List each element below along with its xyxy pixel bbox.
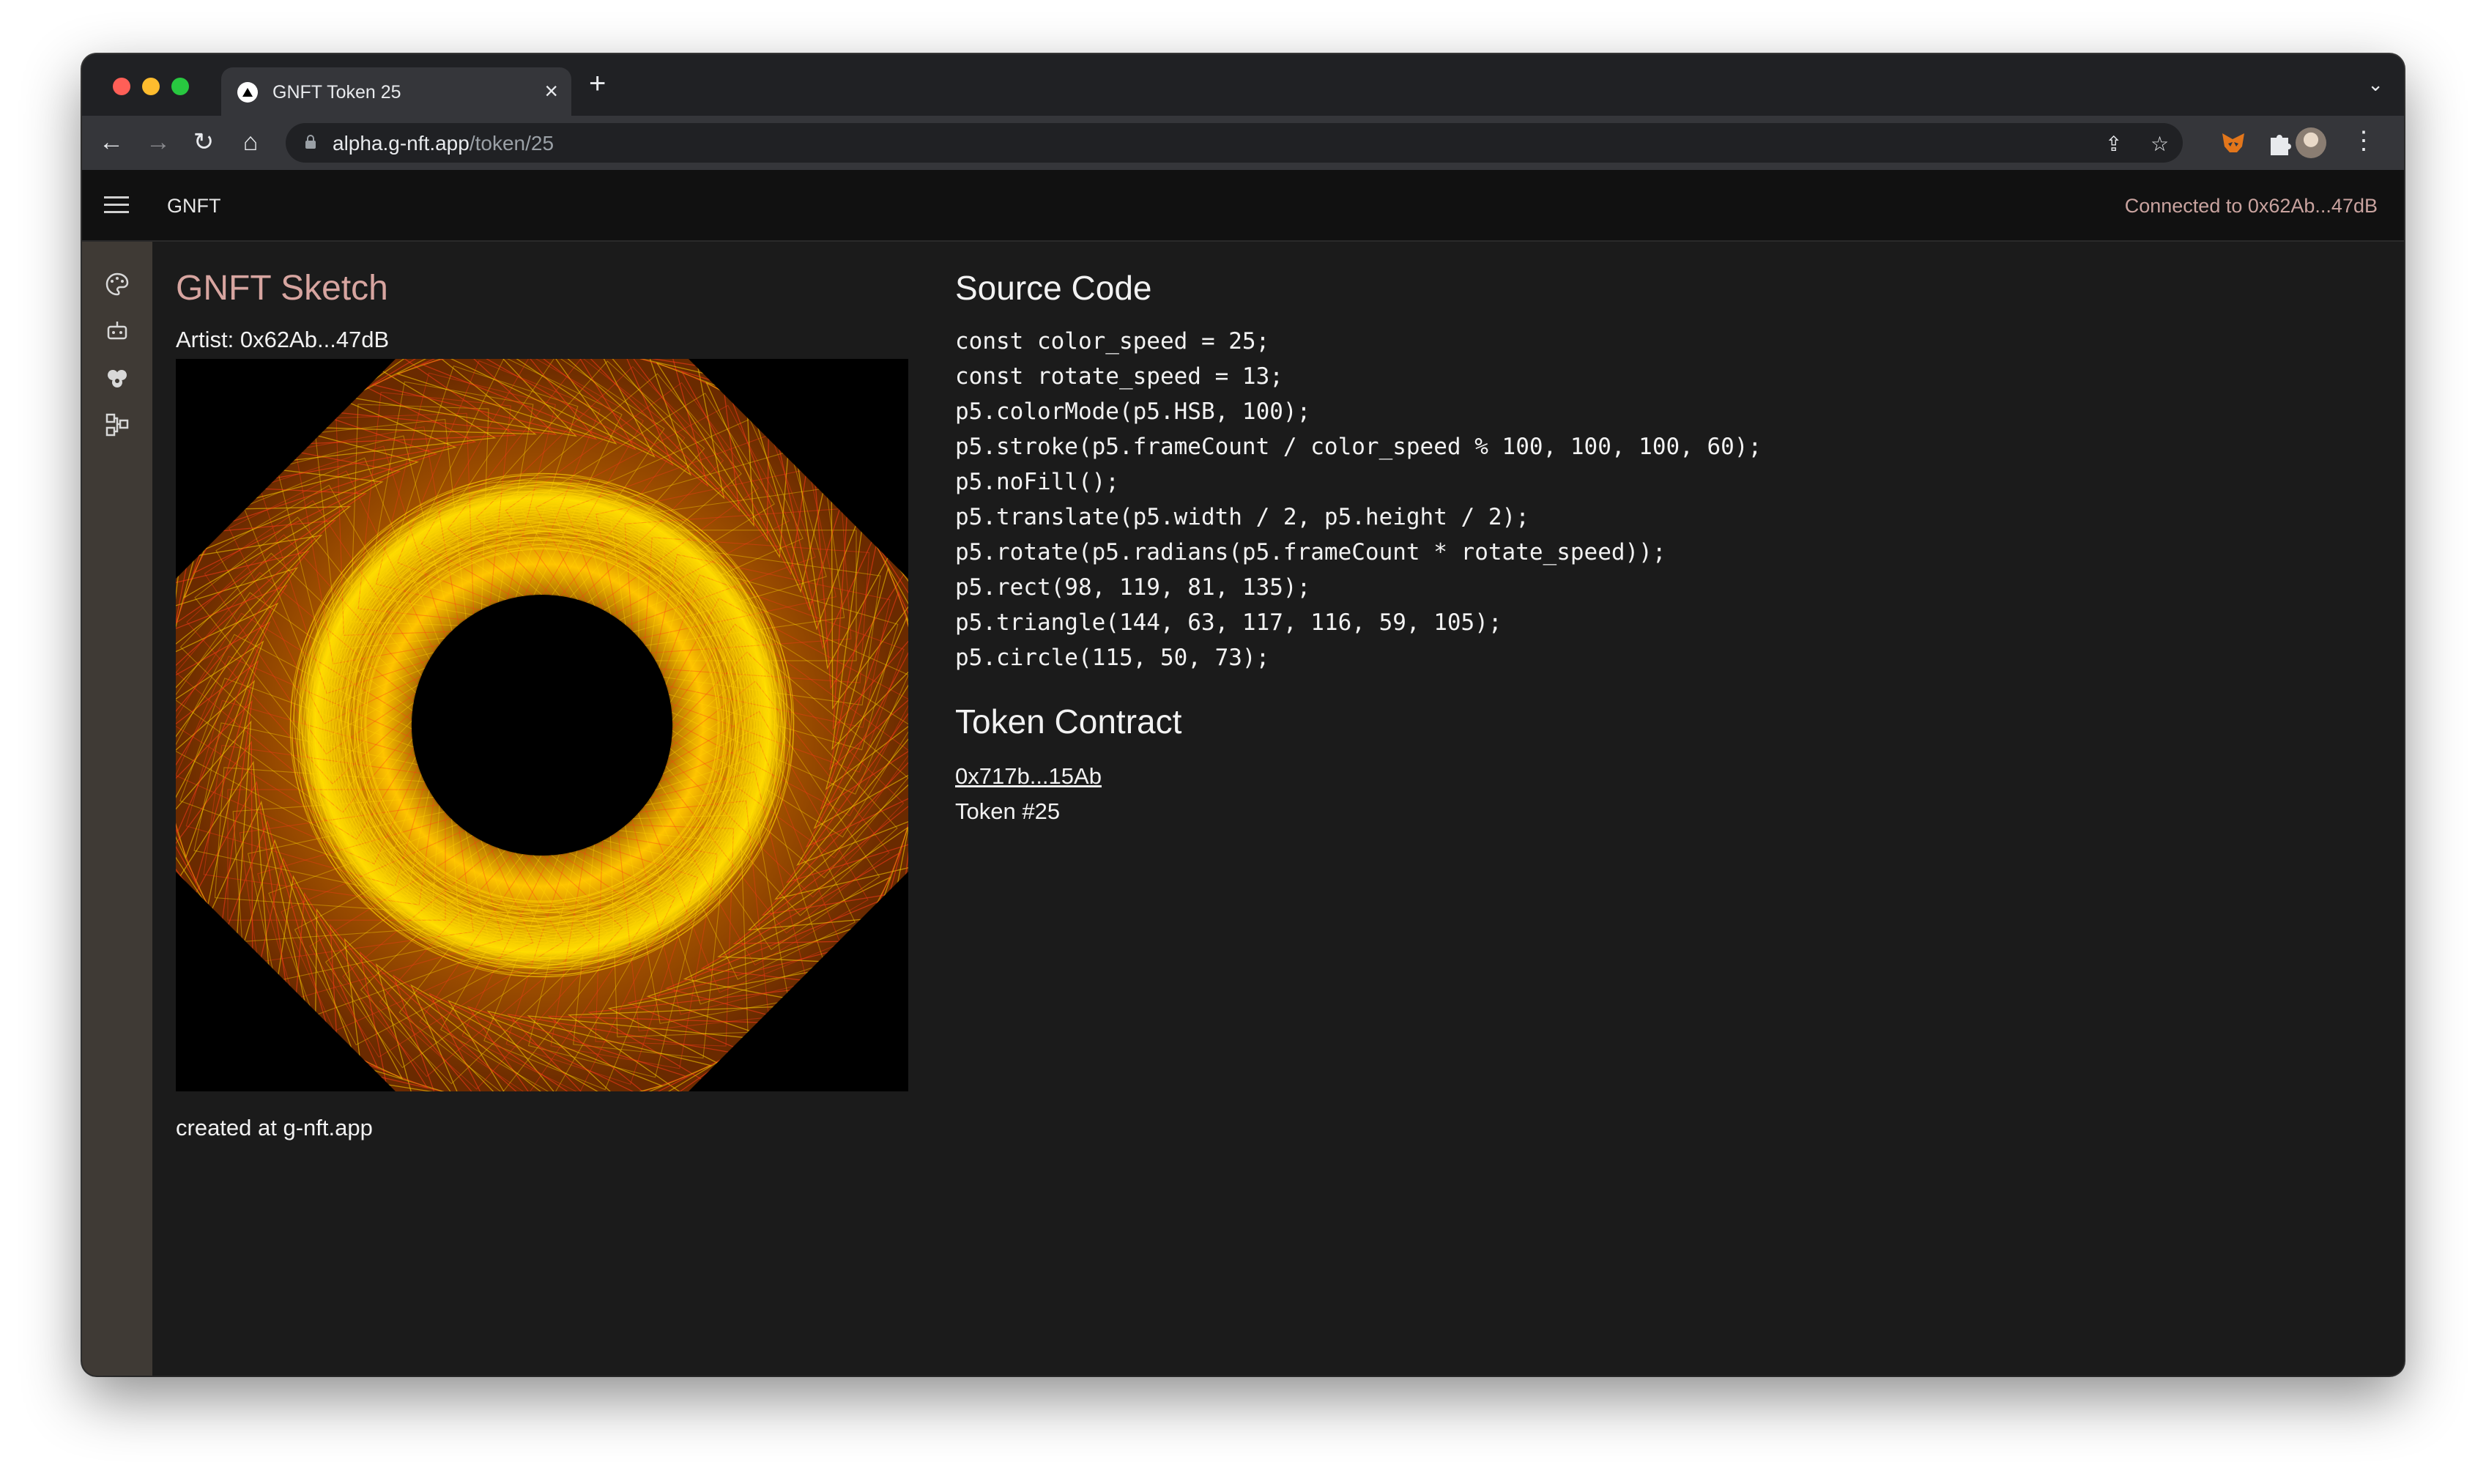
extensions-puzzle-icon[interactable] <box>2265 127 2296 158</box>
robot-icon[interactable] <box>104 318 130 344</box>
code-line: p5.triangle(144, 63, 117, 116, 59, 105); <box>955 609 1502 636</box>
sketch-title: GNFT Sketch <box>176 269 388 308</box>
sketch-canvas <box>176 359 908 1091</box>
source-code-block: const color_speed = 25; const rotate_spee… <box>955 324 1762 675</box>
main-content: GNFT Sketch Artist: 0x62Ab...47dB create… <box>152 242 2404 1376</box>
tab-search-icon[interactable]: ⌄ <box>2367 73 2383 96</box>
tab-close-icon[interactable]: × <box>544 78 558 104</box>
code-line: p5.translate(p5.width / 2, p5.height / 2… <box>955 504 1529 530</box>
new-tab-button[interactable]: + <box>589 69 606 98</box>
source-code-heading: Source Code <box>955 269 1152 307</box>
code-line: const rotate_speed = 13; <box>955 363 1283 390</box>
app-name: GNFT <box>167 195 221 217</box>
code-line: const color_speed = 25; <box>955 328 1270 355</box>
share-icon[interactable]: ⇪ <box>2105 132 2122 156</box>
created-at-footer: created at g-nft.app <box>176 1115 373 1140</box>
reload-icon[interactable]: ↻ <box>189 127 218 157</box>
browser-toolbar: ← → ↻ ⌂ alpha.g-nft.app/token/25 ⇪ ☆ ⋮ <box>82 116 2404 170</box>
more-menu-icon[interactable]: ⋮ <box>2351 126 2376 155</box>
code-line: p5.colorMode(p5.HSB, 100); <box>955 398 1311 425</box>
code-line: p5.circle(115, 50, 73); <box>955 645 1270 671</box>
browser-window: GNFT Token 25 × + ⌄ ← → ↻ ⌂ alpha.g-nft.… <box>82 54 2404 1376</box>
token-number: Token #25 <box>955 798 1061 824</box>
code-line: p5.rect(98, 119, 81, 135); <box>955 574 1311 601</box>
profile-avatar[interactable] <box>2296 127 2326 158</box>
triangle-icon <box>237 82 258 103</box>
forward-icon[interactable]: → <box>144 127 173 157</box>
code-line: p5.stroke(p5.frameCount / color_speed % … <box>955 434 1762 460</box>
url-host: alpha.g-nft.app <box>333 132 470 155</box>
code-line: p5.rotate(p5.radians(p5.frameCount * rot… <box>955 539 1666 565</box>
token-contract-heading: Token Contract <box>955 702 1182 741</box>
maximize-window-button[interactable] <box>171 78 189 95</box>
app-header: GNFT Connected to 0x62Ab...47dB <box>82 170 2404 242</box>
browser-tab[interactable]: GNFT Token 25 × <box>221 67 571 116</box>
address-bar[interactable]: alpha.g-nft.app/token/25 ⇪ ☆ <box>286 123 2183 163</box>
url-text: alpha.g-nft.app/token/25 <box>333 132 554 155</box>
contract-address-link[interactable]: 0x717b...15Ab <box>955 763 1102 790</box>
bookmark-star-icon[interactable]: ☆ <box>2151 132 2169 156</box>
home-icon[interactable]: ⌂ <box>236 127 265 157</box>
users-icon[interactable] <box>104 365 130 391</box>
close-window-button[interactable] <box>113 78 130 95</box>
hierarchy-icon[interactable] <box>104 412 130 438</box>
minimize-window-button[interactable] <box>142 78 160 95</box>
hamburger-menu-icon[interactable] <box>104 196 129 214</box>
tab-strip: GNFT Token 25 × + ⌄ <box>82 54 2404 116</box>
wallet-connection-status: Connected to 0x62Ab...47dB <box>2124 195 2378 217</box>
code-line: p5.noFill(); <box>955 469 1119 495</box>
metamask-fox-icon[interactable] <box>2218 127 2249 158</box>
url-path: /token/25 <box>469 132 554 155</box>
lock-icon <box>305 135 316 149</box>
palette-icon[interactable] <box>104 271 130 297</box>
back-icon[interactable]: ← <box>97 127 126 157</box>
tab-title: GNFT Token 25 <box>272 82 401 103</box>
artist-address: Artist: 0x62Ab...47dB <box>176 327 390 352</box>
sidebar <box>82 242 152 1376</box>
